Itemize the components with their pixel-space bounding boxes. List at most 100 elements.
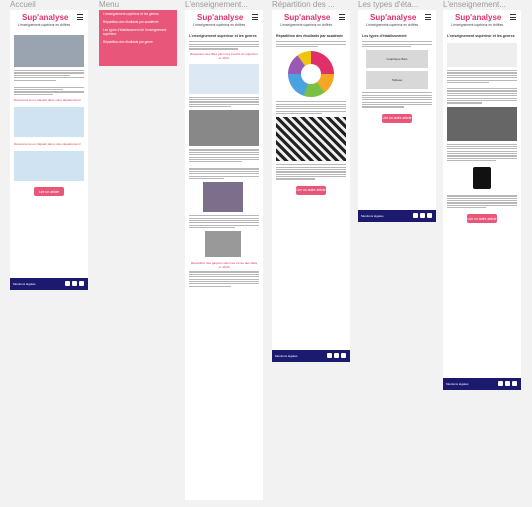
hamburger-menu-icon[interactable] — [252, 14, 258, 22]
menu-item-types[interactable]: Les types d'établissement de l'enseignem… — [99, 26, 177, 38]
footer: Mentions légales — [272, 350, 350, 362]
header: Sup'analyse L'enseignement supérieur en … — [185, 10, 263, 32]
paragraph — [276, 164, 346, 180]
bar-chart-image — [189, 63, 259, 94]
header: Sup'analyse L'enseignement supérieur en … — [272, 10, 350, 32]
paragraph — [189, 41, 259, 50]
hero-image — [14, 35, 84, 67]
frame-title-enseignement: L'enseignement... — [185, 0, 248, 9]
read-another-article-button[interactable]: Lire un autre article — [296, 185, 326, 195]
social-icon-2[interactable] — [420, 213, 425, 218]
frame-title-enseignement2: L'enseignement... — [443, 0, 506, 9]
paragraph — [189, 168, 259, 180]
social-icon-1[interactable] — [65, 281, 70, 286]
legal-link[interactable]: Mentions légales — [13, 282, 36, 286]
frame-title-types: Les types d'éta... — [358, 0, 419, 9]
read-another-article-button[interactable]: Lire un autre article — [382, 113, 412, 123]
legal-link[interactable]: Mentions légales — [275, 354, 298, 358]
tagline: L'enseignement supérieur en chiffres — [280, 23, 333, 27]
phone-article-genres-2: Sup'analyse L'enseignement supérieur en … — [443, 10, 521, 390]
department-link-1[interactable]: Découvrez-le en cliquant dans votre dépa… — [10, 96, 88, 104]
article-title: Les types d'établissement — [362, 34, 407, 38]
brand-logo[interactable]: Sup'analyse — [370, 13, 416, 22]
legal-link[interactable]: Mentions légales — [446, 382, 469, 386]
photo — [276, 117, 346, 162]
brand-logo[interactable]: Sup'analyse — [455, 13, 501, 22]
table-placeholder: Tableau — [366, 71, 428, 90]
donut-chart — [288, 51, 334, 98]
brand-logo[interactable]: Sup'analyse — [22, 13, 68, 22]
read-another-article-button[interactable]: Lire un autre article — [467, 214, 497, 224]
footer: Mentions légales — [10, 278, 88, 290]
menu-panel: L'enseignement supérieur et les genres R… — [99, 10, 177, 66]
social-icon-2[interactable] — [72, 281, 77, 286]
legal-link[interactable]: Mentions légales — [361, 214, 384, 218]
hamburger-menu-icon[interactable] — [425, 14, 431, 22]
hamburger-menu-icon[interactable] — [339, 14, 345, 22]
paragraph — [362, 92, 432, 108]
menu-item-academie[interactable]: Répartition des étudiants par académie — [99, 18, 177, 26]
chart-caption-2: Répartition des garçons selon les zones … — [190, 261, 258, 270]
map-image-2[interactable] — [14, 151, 84, 182]
hamburger-menu-icon[interactable] — [77, 14, 83, 22]
social-icon-1[interactable] — [327, 353, 332, 358]
tagline: L'enseignement supérieur en chiffres — [366, 23, 419, 27]
social-icon-2[interactable] — [505, 381, 510, 386]
article-title: L'enseignement supérieur et les genres — [447, 34, 515, 38]
paragraph — [189, 96, 259, 108]
menu-item-genre[interactable]: Répartition des étudiants par genre — [99, 38, 177, 46]
footer: Mentions légales — [443, 378, 521, 390]
paragraph — [447, 195, 517, 209]
social-icon-3[interactable] — [341, 353, 346, 358]
phone-article-types: Sup'analyse L'enseignement supérieur en … — [358, 10, 436, 222]
intro-text — [14, 70, 84, 81]
design-canvas: Accueil Menu L'enseignement... Répartiti… — [0, 0, 532, 507]
photo — [203, 182, 243, 213]
social-icon-3[interactable] — [79, 281, 84, 286]
read-article-button[interactable]: Lire un article — [34, 187, 64, 197]
phone-article-genres: Sup'analyse L'enseignement supérieur en … — [185, 10, 263, 500]
header: Sup'analyse L'enseignement supérieur en … — [358, 10, 436, 32]
paragraph — [447, 143, 517, 162]
social-icon-3[interactable] — [512, 381, 517, 386]
phone-accueil: Sup'analyse L'enseignement supérieur en … — [10, 10, 88, 290]
brand-logo[interactable]: Sup'analyse — [284, 13, 330, 22]
phone-article-academie: Sup'analyse L'enseignement supérieur en … — [272, 10, 350, 362]
social-icon-1[interactable] — [498, 381, 503, 386]
footer: Mentions légales — [358, 210, 436, 222]
social-icon-2[interactable] — [334, 353, 339, 358]
brand-logo[interactable]: Sup'analyse — [197, 13, 243, 22]
paragraph — [276, 41, 346, 48]
photo — [447, 106, 517, 141]
frame-title-menu: Menu — [99, 0, 120, 9]
photo — [205, 231, 241, 258]
intro-text-2 — [14, 86, 84, 95]
paragraph — [189, 271, 259, 287]
paragraph — [447, 88, 517, 104]
book-icon — [473, 167, 491, 190]
bar-chart-placeholder: Graphique Bars — [366, 50, 428, 69]
header: Sup'analyse L'enseignement supérieur en … — [443, 10, 521, 32]
department-link-2[interactable]: Découvrez-le en cliquant dans votre dépa… — [10, 140, 88, 148]
header: Sup'analyse L'enseignement supérieur en … — [10, 10, 88, 32]
paragraph — [447, 70, 517, 84]
hamburger-menu-icon[interactable] — [510, 14, 516, 22]
article-title: L'enseignement supérieur et les genres — [189, 34, 257, 38]
article-title: Répartition des étudiants par académie — [276, 34, 344, 38]
paragraph — [189, 215, 259, 229]
menu-item-genres[interactable]: L'enseignement supérieur et les genres — [99, 10, 177, 18]
social-icon-1[interactable] — [413, 213, 418, 218]
chart-image — [447, 43, 517, 67]
frame-title-accueil: Accueil — [10, 0, 36, 9]
paragraph — [276, 101, 346, 115]
social-icon-3[interactable] — [427, 213, 432, 218]
tagline: L'enseignement supérieur en chiffres — [193, 23, 246, 27]
photo — [189, 110, 259, 147]
map-image-1[interactable] — [14, 107, 84, 138]
chart-caption: Répartition des filles parmi les inscrit… — [190, 51, 258, 60]
tagline: L'enseignement supérieur en chiffres — [451, 23, 504, 27]
paragraph — [189, 149, 259, 163]
tagline: L'enseignement supérieur en chiffres — [18, 23, 71, 27]
frame-title-repartition: Répartition des ... — [272, 0, 335, 9]
paragraph — [362, 41, 432, 48]
